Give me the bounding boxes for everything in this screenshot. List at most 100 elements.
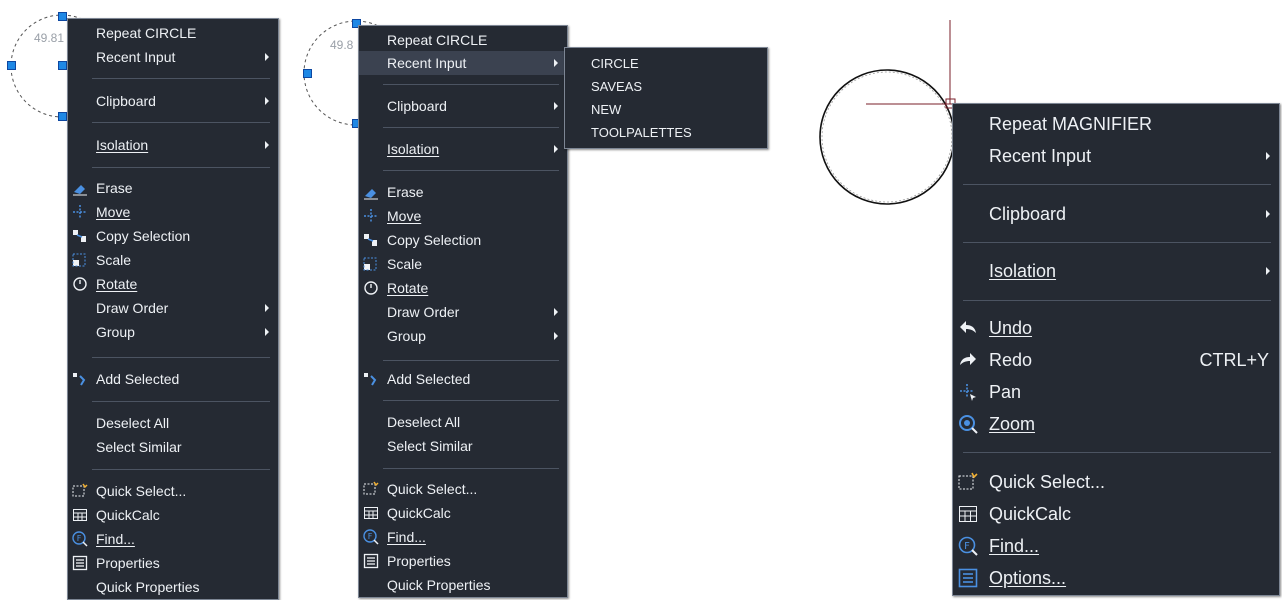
clipboard-item[interactable]: Clipboard [359, 94, 567, 118]
grip-top-1[interactable] [58, 12, 67, 21]
recent-input-item[interactable]: Recent Input [68, 45, 278, 69]
quickcalc-item[interactable]: QuickCalc [953, 499, 1279, 529]
separator [963, 300, 1271, 301]
deselect-all-item[interactable]: Deselect All [68, 411, 278, 435]
find-item[interactable]: F Find... [953, 531, 1279, 561]
isolation-item[interactable]: Isolation [68, 133, 278, 157]
erase-item[interactable]: Erase [68, 176, 278, 200]
pan-label: Pan [989, 381, 1022, 402]
properties-icon [72, 555, 88, 571]
quick-select-label: Quick Select... [989, 471, 1106, 492]
quickcalc-item[interactable]: QuickCalc [68, 503, 278, 527]
recent-input-label: Recent Input [387, 55, 467, 71]
copy-icon [72, 228, 88, 244]
copy-selection-item[interactable]: Copy Selection [68, 224, 278, 248]
rotate-icon [363, 280, 379, 296]
submenu-arrow-icon [554, 59, 558, 67]
properties-label: Properties [387, 553, 451, 569]
properties-item[interactable]: Properties [68, 551, 278, 575]
grip-left-1[interactable] [7, 61, 16, 70]
find-item[interactable]: F Find... [359, 525, 567, 549]
svg-text:F: F [964, 541, 970, 552]
redo-shortcut: CTRL+Y [1199, 349, 1269, 370]
submenu-arrow-icon [554, 308, 558, 316]
repeat-circle-label: Repeat CIRCLE [96, 25, 197, 41]
dimension-label-2: 49.8 [330, 38, 354, 52]
circle-object[interactable] [819, 69, 955, 205]
scale-item[interactable]: Scale [359, 252, 567, 276]
deselect-all-label: Deselect All [387, 414, 461, 430]
submenu-arrow-icon [265, 53, 269, 61]
isolation-item[interactable]: Isolation [953, 256, 1279, 286]
scale-item[interactable]: Scale [68, 248, 278, 272]
find-item[interactable]: F Find... [68, 527, 278, 551]
copy-selection-item[interactable]: Copy Selection [359, 228, 567, 252]
repeat-circle-item[interactable]: Repeat CIRCLE [359, 28, 567, 52]
select-similar-item[interactable]: Select Similar [68, 435, 278, 459]
recent-input-item[interactable]: Recent Input [953, 141, 1279, 171]
group-item[interactable]: Group [359, 324, 567, 348]
separator [383, 84, 559, 85]
grip-left-2[interactable] [303, 69, 312, 78]
add-selected-label: Add Selected [387, 371, 471, 387]
repeat-magnifier-item[interactable]: Repeat MAGNIFIER [953, 109, 1279, 139]
clipboard-item[interactable]: Clipboard [953, 199, 1279, 229]
submenu-arrow-icon [1266, 152, 1270, 160]
recent-input-label: Recent Input [989, 145, 1092, 166]
select-similar-label: Select Similar [387, 438, 473, 454]
erase-item[interactable]: Erase [359, 180, 567, 204]
grip-bottom-1[interactable] [58, 112, 67, 121]
rotate-item[interactable]: Rotate [68, 272, 278, 296]
undo-icon [958, 318, 978, 338]
separator [383, 400, 559, 401]
redo-icon [958, 350, 978, 370]
context-menu-2: Repeat CIRCLE Recent Input Clipboard Iso… [358, 25, 568, 598]
zoom-item[interactable]: Zoom [953, 409, 1279, 439]
add-selected-label: Add Selected [96, 371, 180, 387]
draw-order-item[interactable]: Draw Order [359, 300, 567, 324]
recent-input-saveas-item[interactable]: SAVEAS [565, 75, 767, 98]
isolation-item[interactable]: Isolation [359, 137, 567, 161]
eraser-icon [72, 180, 88, 196]
quickcalc-item[interactable]: QuickCalc [359, 501, 567, 525]
move-item[interactable]: Move [359, 204, 567, 228]
select-similar-item[interactable]: Select Similar [359, 434, 567, 458]
move-label: Move [387, 208, 422, 224]
scale-label: Scale [96, 252, 132, 268]
separator [963, 242, 1271, 243]
recent-input-toolpalettes-item[interactable]: TOOLPALETTES [565, 121, 767, 144]
add-selected-item[interactable]: Add Selected [359, 367, 567, 391]
quick-properties-item[interactable]: Quick Properties [359, 573, 567, 597]
isolation-label: Isolation [387, 141, 440, 157]
add-selected-item[interactable]: Add Selected [68, 367, 278, 391]
options-item[interactable]: Options... [953, 563, 1279, 593]
properties-item[interactable]: Properties [359, 549, 567, 573]
recent-input-new-item[interactable]: NEW [565, 98, 767, 121]
quick-select-item[interactable]: Quick Select... [68, 479, 278, 503]
recent-input-circle-item[interactable]: CIRCLE [565, 52, 767, 75]
quick-select-item[interactable]: Quick Select... [359, 477, 567, 501]
submenu-arrow-icon [265, 304, 269, 312]
draw-order-item[interactable]: Draw Order [68, 296, 278, 320]
clipboard-label: Clipboard [96, 93, 156, 109]
quick-select-item[interactable]: Quick Select... [953, 467, 1279, 497]
clipboard-item[interactable]: Clipboard [68, 89, 278, 113]
move-item[interactable]: Move [68, 200, 278, 224]
find-icon: F [363, 529, 379, 545]
submenu-item-label: CIRCLE [591, 56, 639, 71]
pan-icon [958, 382, 978, 402]
pan-item[interactable]: Pan [953, 377, 1279, 407]
options-icon [958, 568, 978, 588]
calculator-icon [363, 505, 379, 521]
rotate-item[interactable]: Rotate [359, 276, 567, 300]
redo-item[interactable]: Redo CTRL+Y [953, 345, 1279, 375]
grip-center-1[interactable] [58, 61, 67, 70]
add-selected-icon [72, 371, 88, 387]
undo-item[interactable]: Undo [953, 313, 1279, 343]
group-item[interactable]: Group [68, 320, 278, 344]
quick-properties-item[interactable]: Quick Properties [68, 575, 278, 599]
recent-input-item-highlighted[interactable]: Recent Input [359, 51, 567, 75]
repeat-circle-item[interactable]: Repeat CIRCLE [68, 21, 278, 45]
separator [92, 122, 270, 123]
deselect-all-item[interactable]: Deselect All [359, 410, 567, 434]
